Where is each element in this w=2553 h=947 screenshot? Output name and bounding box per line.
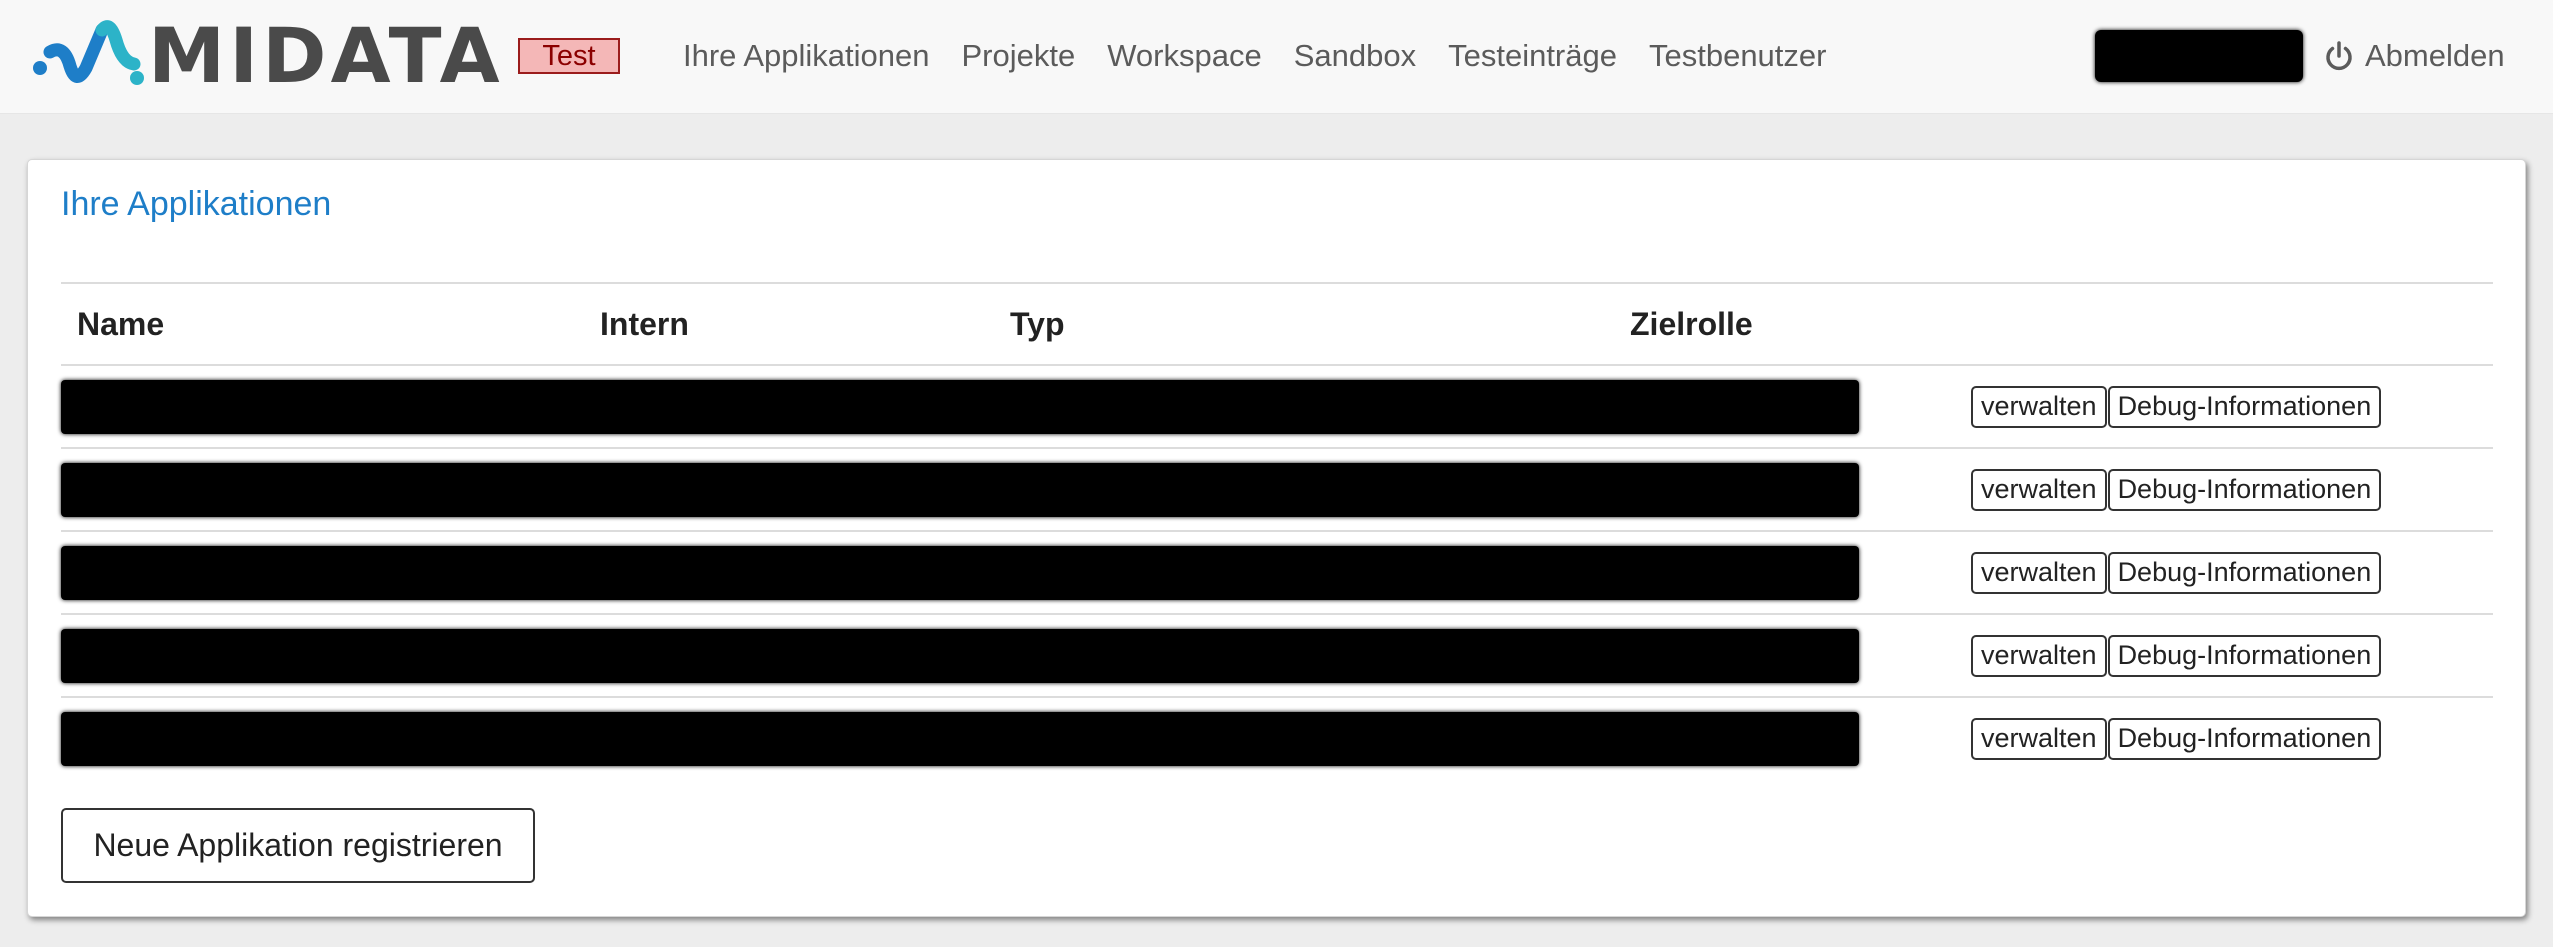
midata-logo-icon	[33, 20, 144, 85]
redacted-app-info	[61, 531, 1914, 615]
redacted-app-info	[61, 614, 1914, 698]
redacted-app-info	[61, 697, 1914, 780]
column-header-name: Name	[61, 282, 584, 366]
debug-info-button[interactable]: Debug-Informationen	[2107, 718, 2382, 760]
nav-item-ihre-applikationen[interactable]: Ihre Applikationen	[683, 36, 929, 76]
table-row: verwalten Debug-Informationen	[61, 697, 2493, 780]
table-header-row: Name Intern Typ Zielrolle	[61, 282, 2493, 366]
row-actions: verwalten Debug-Informationen	[1914, 697, 2493, 780]
redaction-bar	[61, 462, 1859, 517]
nav-item-projekte[interactable]: Projekte	[961, 36, 1075, 76]
manage-button[interactable]: verwalten	[1971, 718, 2107, 760]
redaction-bar	[61, 545, 1859, 600]
row-actions: verwalten Debug-Informationen	[1914, 365, 2493, 449]
row-actions: verwalten Debug-Informationen	[1914, 531, 2493, 615]
environment-badge: Test	[518, 38, 620, 74]
logout-label: Abmelden	[2365, 38, 2505, 73]
nav-item-sandbox[interactable]: Sandbox	[1294, 36, 1416, 76]
manage-button[interactable]: verwalten	[1971, 468, 2107, 511]
column-header-actions	[1914, 282, 2493, 366]
panel-title: Ihre Applikationen	[61, 185, 332, 223]
column-header-intern: Intern	[584, 282, 994, 366]
redaction-bar	[61, 712, 1859, 766]
table-row: verwalten Debug-Informationen	[61, 448, 2493, 532]
power-icon	[2326, 41, 2352, 71]
main-nav: Ihre Applikationen Projekte Workspace Sa…	[683, 36, 1826, 76]
column-header-typ: Typ	[994, 282, 1614, 366]
debug-info-button[interactable]: Debug-Informationen	[2107, 551, 2382, 594]
applications-panel: Ihre Applikationen Name Intern Typ Zielr…	[27, 159, 2526, 917]
manage-button[interactable]: verwalten	[1971, 634, 2107, 677]
column-header-zielrolle: Zielrolle	[1614, 282, 1914, 366]
redacted-app-info	[61, 448, 1914, 532]
row-actions: verwalten Debug-Informationen	[1914, 614, 2493, 698]
brand[interactable]: MIDATA	[30, 18, 500, 94]
manage-button[interactable]: verwalten	[1971, 385, 2107, 428]
table-row: verwalten Debug-Informationen	[61, 614, 2493, 698]
brand-name: MIDATA	[148, 11, 504, 100]
table-row: verwalten Debug-Informationen	[61, 531, 2493, 615]
nav-item-workspace[interactable]: Workspace	[1107, 36, 1262, 76]
nav-item-testbenutzer[interactable]: Testbenutzer	[1649, 36, 1827, 76]
redacted-username[interactable]	[2095, 30, 2303, 82]
row-actions: verwalten Debug-Informationen	[1914, 448, 2493, 532]
debug-info-button[interactable]: Debug-Informationen	[2107, 634, 2382, 677]
debug-info-button[interactable]: Debug-Informationen	[2107, 468, 2382, 511]
debug-info-button[interactable]: Debug-Informationen	[2107, 385, 2382, 428]
nav-item-testeintraege[interactable]: Testeinträge	[1448, 36, 1617, 76]
table-row: verwalten Debug-Informationen	[61, 365, 2493, 449]
manage-button[interactable]: verwalten	[1971, 551, 2107, 594]
top-navbar: MIDATA Test Ihre Applikationen Projekte …	[0, 0, 2553, 114]
register-application-button[interactable]: Neue Applikation registrieren	[61, 808, 535, 883]
logout-link[interactable]: Abmelden	[2323, 36, 2505, 76]
redaction-bar	[61, 628, 1859, 683]
redacted-app-info	[61, 365, 1914, 449]
applications-table: Name Intern Typ Zielrolle verwalten Debug…	[61, 282, 2493, 780]
redaction-bar	[61, 379, 1859, 434]
